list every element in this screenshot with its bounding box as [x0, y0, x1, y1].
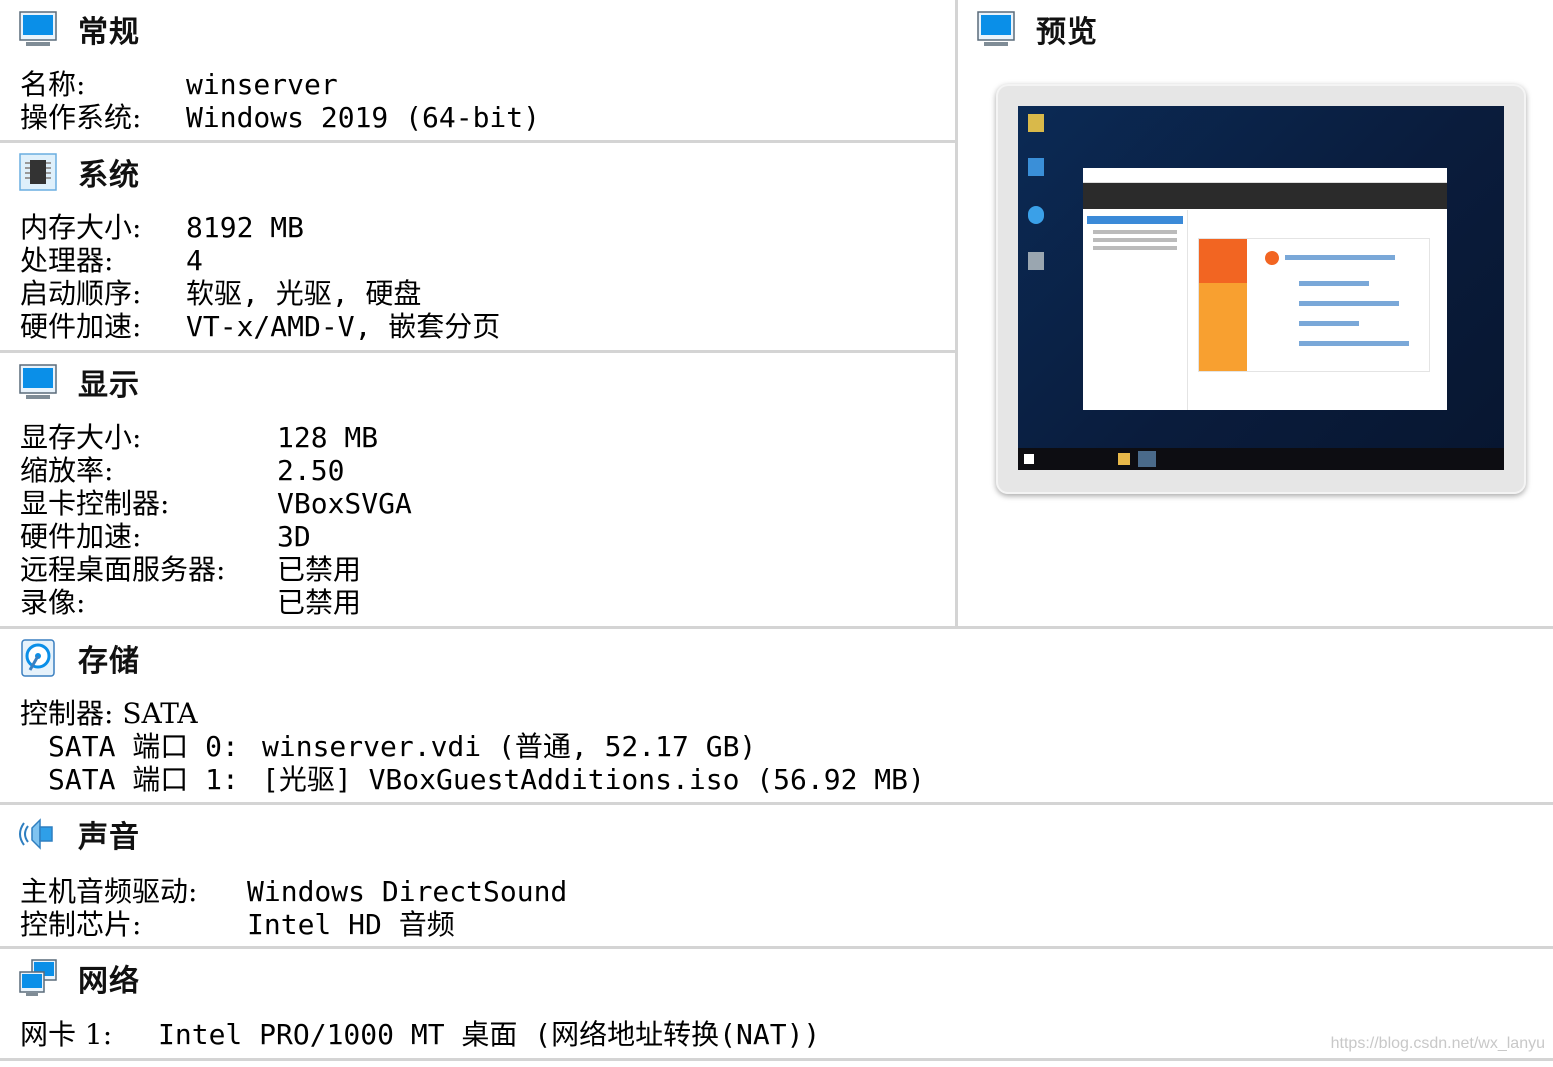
display-record-value: 已禁用 — [277, 586, 362, 619]
storage-port0-label: SATA 端口 0: — [48, 730, 239, 763]
storage-port1-value: [光驱] VBoxGuestAdditions.iso (56.92 MB) — [262, 763, 925, 796]
system-title[interactable]: 系统 — [78, 150, 140, 194]
system-accel-label: 硬件加速: — [20, 310, 142, 343]
audio-chip-label: 控制芯片: — [20, 908, 142, 941]
network-header[interactable]: 网络 — [18, 955, 140, 1001]
system-boot-label: 启动顺序: — [20, 277, 142, 310]
storage-controller: 控制器: SATA — [20, 697, 198, 730]
display-icon — [19, 364, 57, 399]
display-accel-label: 硬件加速: — [20, 520, 142, 553]
desktop-network-icon — [1028, 158, 1044, 176]
preview-title[interactable]: 预览 — [1036, 7, 1098, 51]
general-name-label: 名称: — [20, 68, 86, 101]
display-header[interactable]: 显示 — [18, 359, 140, 405]
audio-title[interactable]: 声音 — [78, 812, 140, 856]
system-header[interactable]: 系统 — [18, 149, 140, 195]
general-os-value: Windows 2019 (64-bit) — [186, 101, 541, 134]
speaker-icon — [19, 818, 53, 850]
display-title[interactable]: 显示 — [78, 360, 140, 404]
audio-driver-value: Windows DirectSound — [247, 875, 568, 908]
display-rdp-label: 远程桌面服务器: — [20, 553, 226, 586]
display-accel-value: 3D — [277, 520, 311, 553]
system-accel-value: VT-x/AMD-V, 嵌套分页 — [186, 310, 501, 343]
display-controller-label: 显卡控制器: — [20, 487, 170, 520]
desktop-file-icon — [1028, 114, 1044, 132]
disk-icon — [21, 639, 55, 677]
audio-driver-label: 主机音频驱动: — [20, 875, 198, 908]
system-cpu-label: 处理器: — [20, 244, 114, 277]
display-rdp-value: 已禁用 — [277, 553, 362, 586]
preview-header[interactable]: 预览 — [976, 6, 1098, 52]
monitor-icon — [977, 11, 1015, 46]
server-manager-window — [1083, 168, 1447, 410]
chip-icon — [19, 153, 57, 191]
watermark: https://blog.csdn.net/wx_lanyu — [1330, 1035, 1545, 1052]
display-vram-label: 显存大小: — [20, 421, 142, 454]
display-controller-value: VBoxSVGA — [277, 487, 412, 520]
display-section[interactable]: 显示 显存大小: 128 MB 缩放率: 2.50 显卡控制器: VBoxSVGA 硬… — [0, 353, 955, 626]
desktop-ie-icon — [1028, 206, 1044, 224]
monitor-icon — [19, 11, 57, 46]
general-name-value: winserver — [186, 68, 338, 101]
vm-preview-frame[interactable] — [996, 84, 1526, 494]
storage-header[interactable]: 存储 — [18, 635, 140, 681]
vm-screen-thumbnail — [1018, 106, 1504, 470]
display-vram-value: 128 MB — [277, 421, 379, 454]
network-adapter-label: 网卡 1: — [20, 1018, 113, 1051]
general-section[interactable]: 常规 名称: winserver 操作系统: Windows 2019 (64-bi… — [0, 0, 955, 140]
general-title[interactable]: 常规 — [78, 7, 140, 51]
storage-section[interactable]: 存储 控制器: SATA SATA 端口 0: winserver.vdi (普通… — [0, 629, 1553, 802]
system-section[interactable]: 系统 内存大小: 8192 MB 处理器: 4 启动顺序: 软驱, 光驱, 硬盘 硬件… — [0, 143, 955, 350]
desktop-recycle-icon — [1028, 252, 1044, 270]
storage-title[interactable]: 存储 — [78, 636, 140, 680]
display-scale-value: 2.50 — [277, 454, 345, 487]
network-adapter-value: Intel PRO/1000 MT 桌面 (网络地址转换(NAT)) — [158, 1018, 821, 1051]
display-record-label: 录像: — [20, 586, 86, 619]
network-icon — [19, 959, 57, 996]
network-section[interactable]: 网络 网卡 1: Intel PRO/1000 MT 桌面 (网络地址转换(NAT… — [0, 949, 1553, 1058]
network-title[interactable]: 网络 — [78, 956, 140, 1000]
audio-header[interactable]: 声音 — [18, 811, 140, 857]
storage-port0-value: winserver.vdi (普通, 52.17 GB) — [262, 730, 757, 763]
general-header[interactable]: 常规 — [18, 6, 140, 52]
general-os-label: 操作系统: — [20, 101, 142, 134]
storage-port1-label: SATA 端口 1: — [48, 763, 239, 796]
system-boot-value: 软驱, 光驱, 硬盘 — [186, 277, 422, 310]
display-scale-label: 缩放率: — [20, 454, 114, 487]
system-memory-value: 8192 MB — [186, 211, 305, 244]
system-memory-label: 内存大小: — [20, 211, 142, 244]
system-cpu-value: 4 — [186, 244, 203, 277]
vm-taskbar — [1018, 448, 1504, 470]
audio-chip-value: Intel HD 音频 — [247, 908, 455, 941]
audio-section[interactable]: 声音 主机音频驱动: Windows DirectSound 控制芯片: Intel… — [0, 805, 1553, 946]
divider — [0, 1058, 1553, 1061]
